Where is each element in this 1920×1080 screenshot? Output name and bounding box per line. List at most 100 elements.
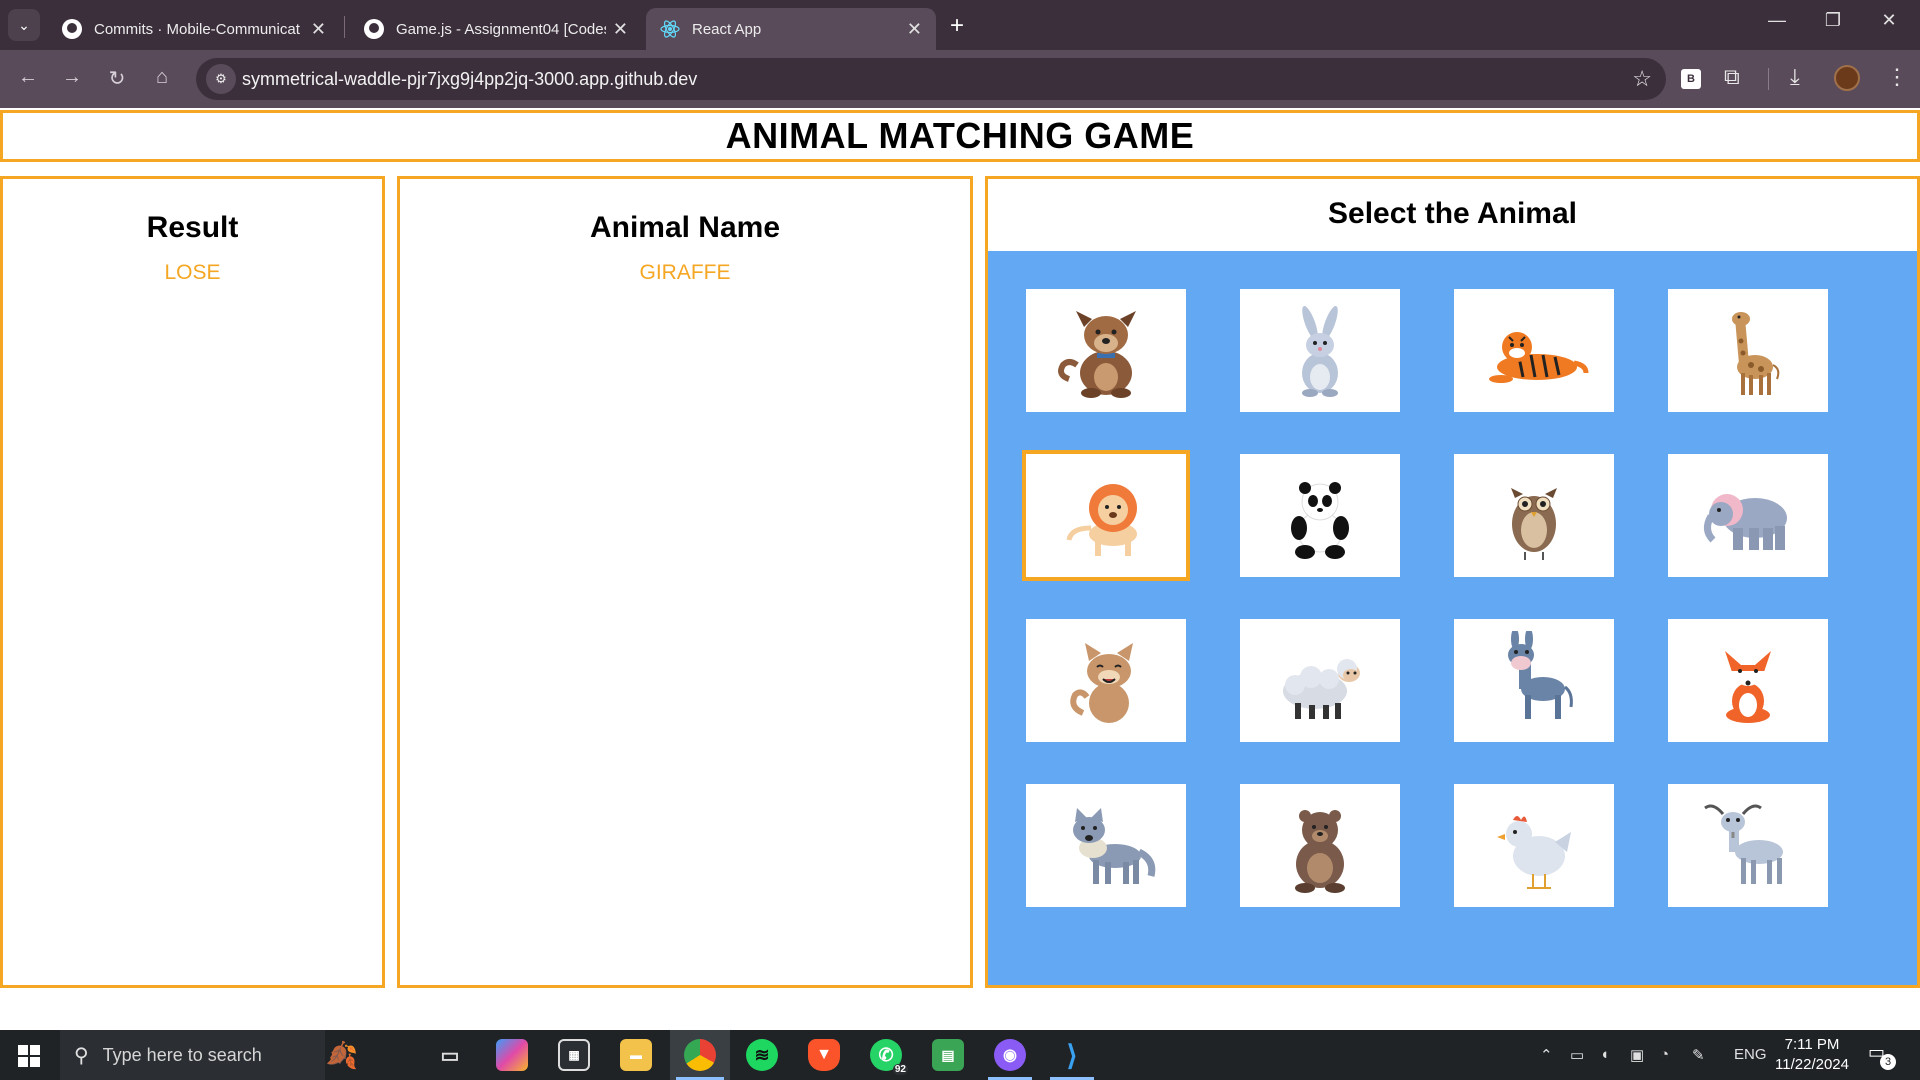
image-app-icon[interactable]: ▤ (932, 1039, 964, 1071)
animal-card-dog[interactable] (1026, 289, 1186, 412)
game-header: ANIMAL MATCHING GAME (0, 110, 1920, 162)
volume-icon[interactable]: ◖ (1600, 1046, 1609, 1063)
browser-toolbar: ← → ↻ ⌂ ⚙ symmetrical-waddle-pjr7jxg9j4p… (0, 50, 1920, 108)
animal-card-bear[interactable] (1240, 784, 1400, 907)
result-panel: Result LOSE (0, 176, 385, 988)
animal-card-giraffe[interactable] (1668, 289, 1828, 412)
network-icon[interactable]: ◔ (1660, 1046, 1669, 1063)
close-icon[interactable]: ✕ (311, 19, 326, 40)
animal-card-donkey[interactable] (1454, 619, 1614, 742)
bear-icon (1295, 809, 1345, 893)
vscode-icon[interactable]: ⟩ (1056, 1039, 1088, 1071)
bookmark-star-icon[interactable]: ☆ (1632, 66, 1652, 92)
animal-card-wolf[interactable] (1026, 784, 1186, 907)
animal-card-goat[interactable] (1668, 784, 1828, 907)
lion-icon (1066, 483, 1137, 556)
tab-search-button[interactable]: ⌄ (8, 9, 40, 41)
restore-icon[interactable]: ❐ (1810, 10, 1856, 31)
giraffe-icon (1732, 311, 1780, 395)
close-icon[interactable]: ✕ (907, 19, 922, 40)
chrome-icon[interactable] (684, 1039, 716, 1071)
language-indicator[interactable]: ENG (1734, 1046, 1767, 1063)
select-animal-heading: Select the Animal (1328, 197, 1577, 230)
show-hidden-icons-icon[interactable]: ⌃ (1540, 1046, 1553, 1064)
animal-card-lion[interactable] (1022, 450, 1190, 581)
file-explorer-icon[interactable]: ▬ (620, 1039, 652, 1071)
extensions-puzzle-icon[interactable]: ⧉ (1724, 64, 1740, 90)
wolf-icon (1073, 807, 1156, 884)
animal-card-owl[interactable] (1454, 454, 1614, 577)
minimize-icon[interactable]: — (1754, 10, 1800, 31)
home-icon[interactable]: ⌂ (148, 66, 176, 89)
download-icon[interactable]: ⤓ (1790, 64, 1800, 90)
clock-date: 11/22/2024 (1775, 1056, 1849, 1073)
pen-icon[interactable]: ✎ (1692, 1046, 1705, 1064)
animal-card-chicken[interactable] (1454, 784, 1614, 907)
task-view-icon[interactable]: ▭ (434, 1039, 466, 1071)
sheep-icon (1283, 658, 1360, 719)
window-close-icon[interactable]: ✕ (1866, 10, 1912, 31)
tab-title: React App (692, 20, 762, 38)
taskbar-search-placeholder: Type here to search (102, 1044, 262, 1065)
notification-center-icon[interactable]: ▭ 3 (1868, 1042, 1896, 1070)
clock-time: 7:11 PM (1784, 1036, 1840, 1053)
tab-game-js[interactable]: Game.js - Assignment04 [Codes ✕ (350, 8, 642, 50)
brave-icon[interactable]: ▼ (808, 1039, 840, 1071)
address-bar[interactable]: ⚙ symmetrical-waddle-pjr7jxg9j4pp2jq-300… (196, 58, 1666, 100)
back-arrow-icon[interactable]: ← (14, 66, 42, 89)
animal-card-cat[interactable] (1026, 619, 1186, 742)
react-icon (660, 20, 680, 38)
animal-name-heading: Animal Name (589, 211, 781, 244)
camera-icon[interactable]: ▣ (1630, 1046, 1644, 1064)
donkey-icon (1508, 630, 1573, 719)
goat-icon (1704, 804, 1783, 884)
rabbit-icon (1302, 305, 1338, 397)
copilot-icon[interactable] (496, 1039, 528, 1071)
battery-icon[interactable]: ▭ (1570, 1046, 1584, 1064)
tab-commits[interactable]: Commits · Mobile-Communicat ✕ (48, 8, 340, 50)
github-icon (62, 19, 82, 39)
spotify-icon[interactable]: ≋ (746, 1039, 778, 1071)
forward-arrow-icon[interactable]: → (58, 66, 86, 89)
menu-kebab-icon[interactable]: ⋮ (1886, 64, 1908, 90)
profile-avatar[interactable] (1834, 65, 1860, 91)
fox-icon (1725, 650, 1771, 723)
extension-b-icon[interactable]: B (1681, 69, 1701, 89)
animal-card-tiger[interactable] (1454, 289, 1614, 412)
notification-count: 3 (1880, 1054, 1896, 1070)
animal-card-rabbit[interactable] (1240, 289, 1400, 412)
tab-title: Commits · Mobile-Communicat (94, 20, 300, 38)
animal-name-value: GIRAFFE (639, 261, 731, 284)
result-heading: Result (146, 211, 239, 244)
whatsapp-badge: 92 (892, 1064, 908, 1075)
url-text[interactable]: symmetrical-waddle-pjr7jxg9j4pp2jq-3000.… (242, 69, 697, 90)
elephant-icon (1704, 493, 1787, 550)
github-icon (364, 19, 384, 39)
autumn-leaves-icon[interactable]: 🍂 (326, 1039, 358, 1071)
microsoft-store-icon[interactable]: ▦ (558, 1039, 590, 1071)
github-desktop-icon[interactable]: ◉ (994, 1039, 1026, 1071)
result-value: LOSE (164, 261, 221, 284)
windows-start-icon[interactable] (18, 1045, 40, 1067)
animal-card-elephant[interactable] (1668, 454, 1828, 577)
tab-title: Game.js - Assignment04 [Codes (396, 20, 606, 38)
taskbar-clock[interactable]: 7:11 PM 11/22/2024 (1770, 1035, 1854, 1075)
tiger-icon (1489, 331, 1589, 383)
animal-card-panda[interactable] (1240, 454, 1400, 577)
new-tab-icon[interactable]: + (950, 12, 964, 40)
close-icon[interactable]: ✕ (613, 19, 628, 40)
cat-icon (1070, 642, 1133, 723)
search-icon: ⚲ (74, 1044, 89, 1067)
chicken-icon (1497, 815, 1571, 889)
animal-card-sheep[interactable] (1240, 619, 1400, 742)
reload-icon[interactable]: ↻ (103, 66, 131, 91)
animal-grid (988, 251, 1917, 985)
whatsapp-icon[interactable]: ✆ 92 (870, 1039, 908, 1075)
dog-icon (1058, 310, 1136, 398)
tab-react-app[interactable]: React App ✕ (646, 8, 936, 50)
panda-icon (1291, 481, 1349, 559)
taskbar-search-box[interactable]: ⚲ Type here to search (60, 1030, 325, 1080)
site-info-icon[interactable]: ⚙ (206, 64, 236, 94)
toolbar-divider (1768, 68, 1769, 90)
animal-card-fox[interactable] (1668, 619, 1828, 742)
